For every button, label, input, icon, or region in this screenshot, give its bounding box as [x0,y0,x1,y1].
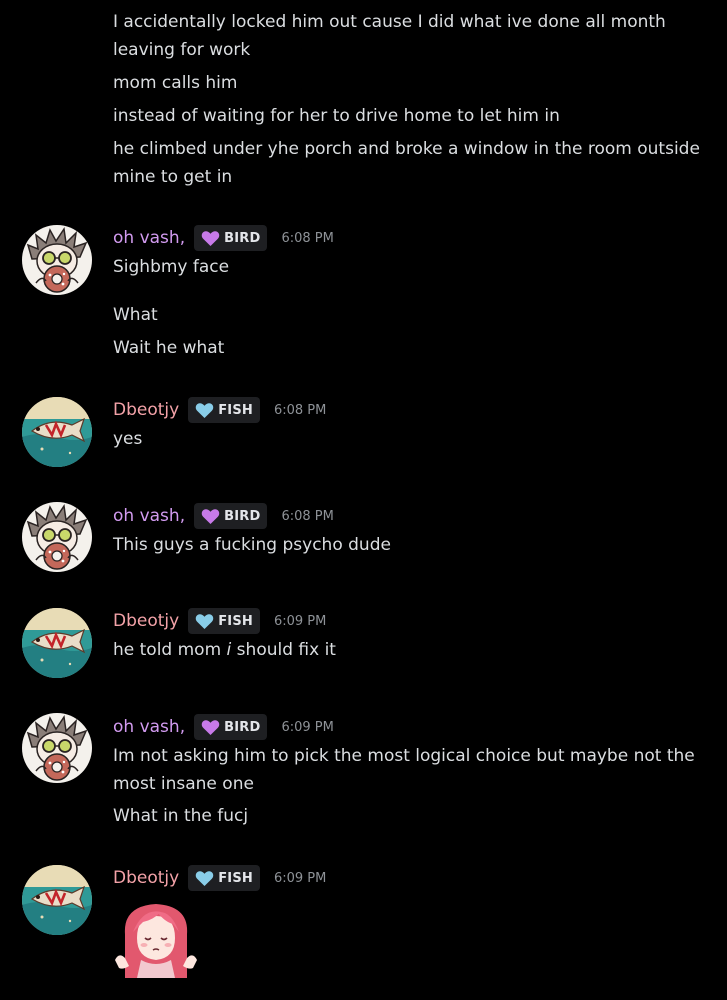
username-dbeotjy[interactable]: Dbeotjy [113,868,179,888]
message-timestamp[interactable]: 6:09 PM [274,871,326,886]
purple-heart-icon [201,508,220,525]
guild-tag-label: FISH [218,402,253,418]
username-vash[interactable]: oh vash, [113,506,185,526]
message-header: Dbeotjy FISH 6:08 PM [113,395,326,425]
orange-haired-character-avatar-icon [22,225,92,295]
message-line: Sighbmy face [113,257,230,277]
message-line: What [113,305,158,325]
orange-haired-character-avatar-icon [22,713,92,783]
message-line: yes [113,429,143,449]
username-dbeotjy[interactable]: Dbeotjy [113,611,179,631]
blue-heart-icon [195,402,214,419]
user-avatar-vash[interactable] [22,502,92,572]
purple-heart-icon [201,230,220,247]
guild-tag-label: BIRD [224,719,261,735]
username-vash[interactable]: oh vash, [113,228,185,248]
guild-tag-bird[interactable]: BIRD [194,225,268,251]
pink-haired-girl-shrug-sticker[interactable] [113,898,199,978]
guild-tag-label: FISH [218,870,253,886]
message-timestamp[interactable]: 6:08 PM [281,231,333,246]
message-line: I accidentally locked him out cause I di… [113,12,666,60]
message-header: oh vash, BIRD 6:08 PM [113,501,334,531]
user-avatar-dbeotjy[interactable] [22,397,92,467]
guild-tag-fish[interactable]: FISH [188,865,260,891]
guild-tag-bird[interactable]: BIRD [194,714,268,740]
message-timestamp[interactable]: 6:09 PM [281,720,333,735]
user-avatar-dbeotjy[interactable] [22,608,92,678]
blue-heart-icon [195,870,214,887]
username-dbeotjy[interactable]: Dbeotjy [113,400,179,420]
message-line: he climbed under yhe porch and broke a w… [113,139,700,187]
orange-haired-character-avatar-icon [22,502,92,572]
guild-tag-label: FISH [218,613,253,629]
user-avatar-dbeotjy[interactable] [22,865,92,935]
message-header: Dbeotjy FISH 6:09 PM [113,863,326,893]
message-line: he told mom i should fix it [113,636,703,664]
message-line: mom calls him [113,73,238,93]
blue-heart-icon [195,613,214,630]
sticker-image [115,904,197,978]
fish-painting-avatar-icon [22,865,92,935]
message-line: Im not asking him to pick the most logic… [113,746,695,794]
message-timestamp[interactable]: 6:08 PM [281,509,333,524]
guild-tag-label: BIRD [224,508,261,524]
guild-tag-label: BIRD [224,230,261,246]
message-timestamp[interactable]: 6:09 PM [274,614,326,629]
line-text: he told mom [113,640,227,660]
fish-painting-avatar-icon [22,608,92,678]
user-avatar-vash[interactable] [22,713,92,783]
message-line: What in the fucj [113,806,249,826]
message-header: oh vash, BIRD 6:09 PM [113,712,334,742]
username-vash[interactable]: oh vash, [113,717,185,737]
chat-message-list: I accidentally locked him out cause I di… [0,0,727,1000]
guild-tag-fish[interactable]: FISH [188,397,260,423]
message-timestamp[interactable]: 6:08 PM [274,403,326,418]
guild-tag-bird[interactable]: BIRD [194,503,268,529]
line-text: should fix it [231,640,336,660]
message-line: Wait he what [113,338,225,358]
message-line: This guys a fucking psycho dude [113,535,391,555]
purple-heart-icon [201,719,220,736]
message-header: Dbeotjy FISH 6:09 PM [113,606,326,636]
user-avatar-vash[interactable] [22,225,92,295]
guild-tag-fish[interactable]: FISH [188,608,260,634]
message-line: instead of waiting for her to drive home… [113,106,560,126]
fish-painting-avatar-icon [22,397,92,467]
message-header: oh vash, BIRD 6:08 PM [113,223,334,253]
